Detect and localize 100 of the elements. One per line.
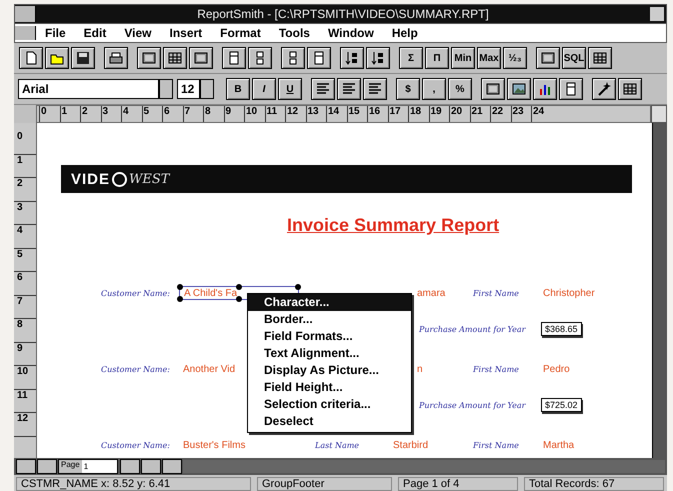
menu-item[interactable]: Field Formats... xyxy=(248,328,411,345)
toolbar-button[interactable]: Min xyxy=(451,47,475,69)
sort-icon xyxy=(370,50,386,66)
window-title: ReportSmith - [C:\RPTSMITH\VIDEO\SUMMARY.RPT] xyxy=(196,7,490,21)
field-label: Customer Name: xyxy=(101,364,171,374)
font-field[interactable]: Arial xyxy=(18,79,159,99)
field-value: Martha xyxy=(543,440,574,450)
toolbar-button[interactable]: % xyxy=(448,78,472,100)
first-page-button[interactable] xyxy=(16,459,36,474)
menu-item[interactable]: Window xyxy=(328,26,374,40)
toolbar-button[interactable] xyxy=(588,47,612,69)
field-label: First Name xyxy=(473,440,520,450)
field-label: Customer Name: xyxy=(101,288,171,298)
ruler-number: 12 xyxy=(14,413,36,436)
menu-item[interactable]: Field Height... xyxy=(248,379,411,396)
ruler-number: 14 xyxy=(326,106,346,122)
table-icon xyxy=(193,50,209,66)
field-label: Purchase Amount for Year xyxy=(419,324,527,334)
menu-item[interactable]: Selection criteria... xyxy=(248,396,411,413)
last-page-button[interactable] xyxy=(141,459,161,474)
toolbar-button[interactable]: U xyxy=(278,78,302,100)
toolbar-button[interactable] xyxy=(71,47,95,69)
font-size-field[interactable]: 12 xyxy=(177,79,200,99)
document-menu-button[interactable] xyxy=(15,26,36,40)
horizontal-scrollbar[interactable] xyxy=(183,460,665,473)
system-menu-button[interactable] xyxy=(15,6,36,22)
toolbar-button[interactable] xyxy=(592,78,616,100)
toolbar-button[interactable] xyxy=(248,47,272,69)
field-value: n xyxy=(416,364,424,374)
logo-text: WEST xyxy=(129,172,170,186)
page-field[interactable]: Page 1 xyxy=(58,459,118,474)
toolbar-button[interactable] xyxy=(311,78,335,100)
next-page-button[interactable] xyxy=(120,459,140,474)
ruler-number: 21 xyxy=(470,106,490,122)
toolbar-button[interactable]: I xyxy=(252,78,276,100)
menu-item[interactable]: Text Alignment... xyxy=(248,345,411,362)
toolbar-button[interactable] xyxy=(137,47,161,69)
menu-item[interactable]: Edit xyxy=(84,26,106,40)
ruler-number: 6 xyxy=(14,272,36,296)
amount-field: $725.02 xyxy=(541,398,582,412)
field-label: Last Name xyxy=(315,440,360,450)
toolbar-button[interactable]: SQL xyxy=(562,47,586,69)
toolbar-button[interactable] xyxy=(536,47,560,69)
toolbar-button[interactable] xyxy=(337,78,361,100)
toolbar-button[interactable]: $ xyxy=(396,78,420,100)
align-icon xyxy=(315,81,331,97)
toolbar-button[interactable] xyxy=(481,78,505,100)
menu-item[interactable]: Deselect xyxy=(248,413,411,430)
toolbar-button[interactable] xyxy=(559,78,583,100)
field-value: Christopher xyxy=(543,288,595,298)
toolbar-button[interactable] xyxy=(222,47,246,69)
toolbar-button[interactable] xyxy=(45,47,69,69)
ruler-number: 22 xyxy=(490,106,510,122)
menu-item[interactable]: Insert xyxy=(169,26,202,40)
table-icon xyxy=(540,50,556,66)
status-text: Page 1 of 4 xyxy=(398,476,518,490)
toolbar-button[interactable] xyxy=(307,47,331,69)
toolbar-button[interactable]: Σ xyxy=(399,47,423,69)
selection-handle[interactable] xyxy=(295,284,301,290)
ruler-number: 2 xyxy=(14,178,36,202)
scroll-left-button[interactable] xyxy=(162,459,182,474)
toolbar-button[interactable] xyxy=(618,78,642,100)
toolbar-button[interactable]: B xyxy=(226,78,250,100)
ruler-number: 5 xyxy=(142,106,162,122)
toolbar-button[interactable]: ½₃ xyxy=(503,47,527,69)
ruler-number: 11 xyxy=(264,106,285,122)
menu-item[interactable]: Display As Picture... xyxy=(248,362,411,379)
toolbar-button[interactable] xyxy=(340,47,364,69)
menu-item[interactable]: Border... xyxy=(248,311,411,328)
toolbar-button[interactable] xyxy=(366,47,390,69)
toolbar-button[interactable] xyxy=(189,47,213,69)
toolbar-button[interactable]: , xyxy=(422,78,446,100)
previous-page-button[interactable] xyxy=(37,459,57,474)
toolbar-button[interactable] xyxy=(507,78,531,100)
ruler-number: 19 xyxy=(428,106,449,122)
menu-item[interactable]: View xyxy=(124,26,152,40)
data-field[interactable]: Buster's Films xyxy=(179,438,299,452)
menu-item[interactable]: Character... xyxy=(248,294,411,311)
menu-item[interactable]: Format xyxy=(220,26,261,40)
ruler-number: 6 xyxy=(162,106,182,122)
toolbar-button[interactable]: Π xyxy=(425,47,449,69)
spin-button[interactable] xyxy=(159,79,173,99)
vertical-scrollbar[interactable] xyxy=(652,123,667,458)
toolbar-button[interactable] xyxy=(19,47,43,69)
ruler-number: 4 xyxy=(14,225,36,248)
spin-button[interactable] xyxy=(200,79,214,99)
toolbar-button[interactable] xyxy=(104,47,128,69)
menu-item[interactable]: File xyxy=(45,26,66,40)
scroll-up-button[interactable] xyxy=(651,105,667,123)
menu-item[interactable]: Help xyxy=(392,26,418,40)
toolbar-button[interactable] xyxy=(163,47,187,69)
toolbar-button[interactable] xyxy=(533,78,557,100)
ruler-number: 2 xyxy=(80,106,100,122)
ruler-number: 8 xyxy=(14,319,36,342)
field-value: amara xyxy=(416,288,446,298)
toolbar-button[interactable] xyxy=(281,47,305,69)
menu-item[interactable]: Tools xyxy=(278,26,310,40)
logo-text: VIDE xyxy=(71,170,110,188)
toolbar-button[interactable]: Max xyxy=(477,47,501,69)
toolbar-button[interactable] xyxy=(363,78,387,100)
